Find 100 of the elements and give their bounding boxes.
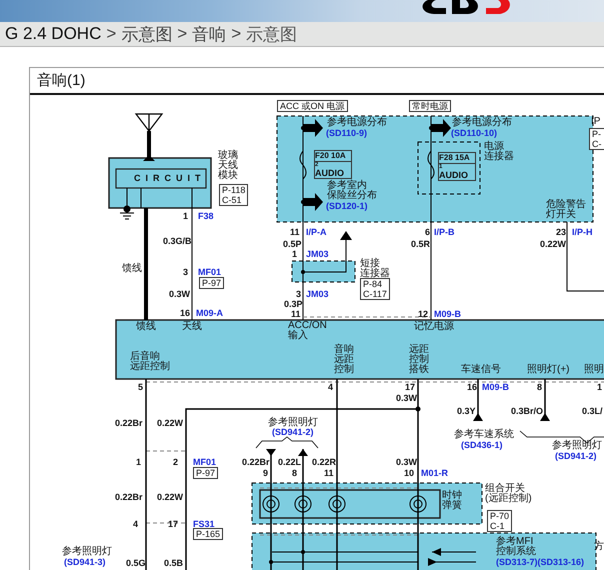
breadcrumb-link[interactable]: 示意图: [121, 22, 172, 46]
diagram-label: 参考照明灯: [552, 441, 602, 451]
wire-spec: 0.3Y: [457, 406, 476, 416]
pin-number: 1: [183, 211, 188, 221]
wire-spec: 0.22W: [157, 418, 184, 428]
wire-spec: 0.5G: [126, 558, 146, 568]
pin-number: 1: [292, 249, 298, 259]
diagram-label: 远距 控制 搭铁: [409, 345, 429, 375]
wire-spec: 0.3Br/O: [511, 406, 544, 416]
connector-code: JM03: [306, 289, 329, 299]
pin-number: 17: [405, 382, 416, 392]
diagram-label: 记忆电源: [414, 322, 454, 332]
wire-spec: 0.22W: [540, 239, 566, 249]
connector-tag: P- C-: [589, 128, 604, 150]
diagram-label: 时钟 弹簧: [442, 491, 462, 511]
breadcrumb-separator: >: [177, 24, 188, 44]
pin-number: 4: [328, 382, 334, 392]
wire-spec: 0.22L: [278, 457, 302, 467]
pin-number: 11: [291, 309, 301, 319]
wire-spec: 0.22Br: [242, 457, 270, 467]
pin-number: 1: [597, 382, 602, 392]
pin-number: 5: [138, 382, 144, 392]
connector-code: M01-R: [421, 468, 448, 478]
pin-number: 1: [136, 457, 142, 467]
diagram-label: 参考电源分布: [327, 118, 387, 128]
wire-spec: 0.22R: [312, 457, 336, 467]
diagram-label: 电源 连接器: [484, 142, 514, 162]
reference-link[interactable]: (SD941-3): [64, 558, 106, 567]
diagram-label: 方: [594, 542, 604, 552]
wire-spec: 0.3W: [396, 393, 418, 403]
diagram-label: 参考车速系统: [454, 430, 514, 440]
diagram-label: 照明: [584, 365, 604, 375]
wire-spec: 0.22W: [157, 492, 184, 502]
diagram-label: 参考照明灯: [62, 547, 112, 557]
wire-spec: 0.5R: [411, 239, 430, 249]
connector-code: I/P-H: [572, 227, 593, 237]
pin-number: 23: [556, 227, 566, 237]
diagram-label: 车速信号: [461, 365, 501, 375]
connector-code: I/P-B: [434, 227, 455, 237]
reference-link[interactable]: (SD436-1): [461, 441, 503, 450]
wire-spec: 0.3W: [169, 289, 190, 299]
diagram-label: 参考照明灯: [268, 418, 318, 428]
pin-number: 11: [324, 468, 334, 478]
breadcrumb-link[interactable]: 音响: [192, 22, 226, 46]
wire-spec: 0.3W: [396, 457, 418, 467]
connector-code: FS31: [193, 519, 215, 529]
diagram-label: 参考室内 保险丝分布: [327, 181, 377, 201]
wire-spec: 0.22Br: [115, 418, 143, 428]
connector-code: MF01: [193, 457, 216, 467]
diagram-label: 短接 连接器: [360, 259, 390, 279]
connector-tag: 常时电源: [409, 100, 451, 112]
pin-number: 8: [537, 382, 542, 392]
connector-tag: P-70 C-1: [487, 510, 512, 532]
breadcrumb-separator: >: [106, 24, 116, 44]
pin-number: 6: [425, 227, 430, 237]
diagram-label: 天线: [182, 322, 202, 332]
pin-number: 9: [263, 468, 268, 478]
connector-code: I/P-A: [306, 227, 327, 237]
reference-link[interactable]: (SD110-9): [326, 129, 368, 138]
pin-number: 16: [467, 382, 478, 392]
circuit-label: CIRCUIT: [134, 173, 206, 183]
connector-code: M09-A: [196, 308, 224, 318]
diagram-label: 组合开关 (远距控制): [485, 484, 532, 504]
reference-link[interactable]: (SD110-10): [451, 129, 498, 138]
diagram-label: 音响 远距 控制: [334, 345, 354, 375]
pin-number: 2: [173, 457, 178, 467]
wire-spec: 0.5B: [164, 558, 184, 568]
connector-code: F38: [198, 211, 214, 221]
connector-tag: ACC 或ON 电源: [277, 100, 348, 112]
pin-number: 3: [296, 289, 302, 299]
diagram-label: 照明灯(+): [527, 365, 570, 375]
connector-tag: P-118 C-51: [219, 184, 248, 206]
connector-tag: P-165: [193, 528, 224, 540]
diagram-label: 馈线: [122, 264, 142, 274]
reference-link[interactable]: (SD313-7)(SD313-16): [496, 558, 584, 567]
wire-spec: 0.3G/B: [163, 236, 192, 246]
wire-spec: 0.3P: [284, 299, 303, 309]
diagram-label: ACC/ON 输入: [288, 321, 327, 341]
diagram-label: 玻璃 天线 模块: [218, 151, 238, 181]
connector-tag: P-97: [193, 467, 218, 479]
wire-spec: 0.22Br: [115, 492, 143, 502]
diagram-label: IP: [591, 117, 600, 127]
diagram-label: 馈线: [136, 322, 156, 332]
connector-code: M09-B: [482, 382, 510, 392]
diagram-label: 后音响 远距控制: [130, 352, 170, 372]
wire-spec: 0.3L/: [582, 406, 603, 416]
pin-number: 8: [292, 468, 298, 478]
breadcrumb-link[interactable]: G 2.4 DOHC: [5, 24, 102, 44]
reference-link[interactable]: (SD941-2): [555, 452, 597, 461]
pin-number: 16: [180, 308, 190, 318]
reference-link[interactable]: (SD120-1): [326, 202, 368, 211]
pin-number: 3: [183, 267, 188, 277]
reference-link[interactable]: (SD941-2): [272, 428, 314, 437]
connector-tag: P-84 C-117: [360, 278, 390, 300]
breadcrumb-separator: >: [231, 24, 242, 44]
pin-number: 17: [168, 519, 178, 529]
diagram-label: 参考MFI 控制系统: [496, 537, 536, 557]
panel-title: 音响(1): [37, 71, 86, 91]
pin-number: 12: [418, 309, 428, 319]
connector-code: MF01: [198, 267, 222, 277]
